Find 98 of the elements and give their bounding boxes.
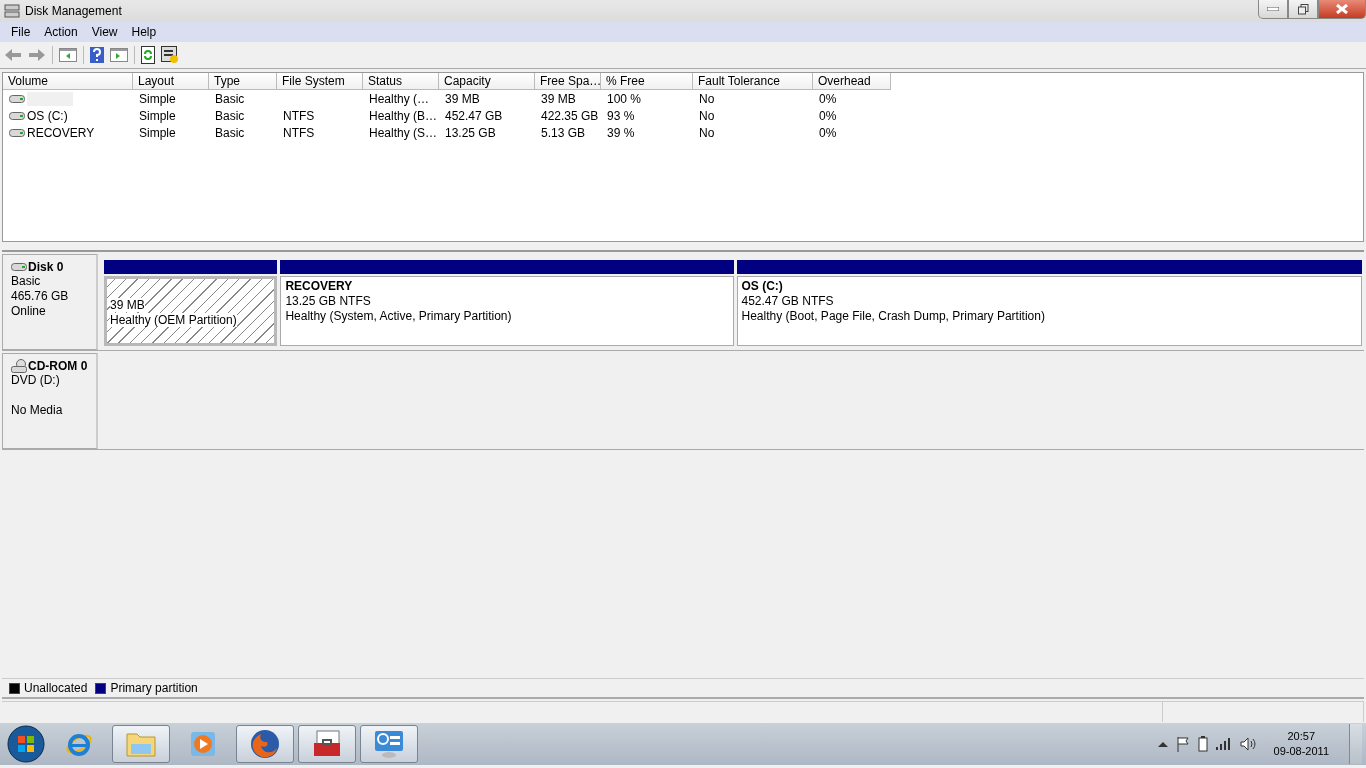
fox-globe-icon[interactable] bbox=[249, 728, 281, 760]
partition-block[interactable]: 39 MB Healthy (OEM Partition) bbox=[104, 276, 278, 346]
speaker-icon[interactable] bbox=[1239, 737, 1256, 751]
table-cell: Basic bbox=[215, 91, 245, 106]
taskbar-button[interactable] bbox=[236, 725, 294, 763]
table-cell: 452.47 GB bbox=[445, 108, 503, 123]
menu-item[interactable]: Help bbox=[124, 25, 164, 39]
disk-detail: 465.76 GB bbox=[11, 289, 69, 303]
taskbar-button[interactable] bbox=[112, 725, 170, 763]
taskbar-button[interactable] bbox=[298, 725, 356, 763]
table-cell: NTFS bbox=[283, 108, 315, 123]
column-header[interactable]: Capacity bbox=[439, 73, 535, 90]
partition-size: 13.25 GB NTFS bbox=[285, 294, 371, 308]
restore-icon bbox=[1297, 3, 1309, 15]
table-cell: Basic bbox=[215, 125, 245, 140]
partition-block[interactable]: RECOVERY 13.25 GB NTFS Healthy (System, Active, Primary Partition) bbox=[280, 276, 734, 346]
table-cell: Healthy (… bbox=[369, 91, 430, 106]
clock[interactable]: 20:57 09-08-2011 bbox=[1273, 729, 1329, 759]
signal-bars-icon[interactable] bbox=[1215, 738, 1232, 750]
taskbar-button[interactable] bbox=[360, 725, 418, 763]
close-icon bbox=[1336, 4, 1348, 14]
battery-icon[interactable] bbox=[1197, 736, 1208, 752]
start-orb-icon[interactable] bbox=[6, 724, 46, 764]
partition-status: Healthy (Boot, Page File, Crash Dump, Primary Partition) bbox=[741, 309, 1045, 323]
table-cell: Simple bbox=[139, 125, 176, 140]
window-title: Disk Management bbox=[25, 4, 123, 18]
drive-icon bbox=[9, 93, 25, 104]
close-button[interactable] bbox=[1318, 0, 1366, 19]
table-cell: Simple bbox=[139, 108, 176, 123]
drive-icon bbox=[9, 127, 25, 138]
column-header[interactable]: % Free bbox=[601, 73, 693, 90]
column-header[interactable]: Fault Tolerance bbox=[693, 73, 813, 90]
column-header[interactable]: Overhead bbox=[813, 73, 891, 90]
partition-name: OS (C:) bbox=[741, 279, 783, 293]
legend-label: Unallocated bbox=[24, 681, 88, 695]
disk-detail: No Media bbox=[11, 403, 63, 417]
partition-block[interactable]: OS (C:) 452.47 GB NTFS Healthy (Boot, Page File, Crash Dump, Primary Partition) bbox=[736, 276, 1362, 346]
action-pane-icon[interactable] bbox=[110, 48, 128, 62]
table-cell: 13.25 GB bbox=[445, 125, 496, 140]
table-cell: NTFS bbox=[283, 125, 315, 140]
refresh-icon[interactable] bbox=[141, 46, 155, 64]
disk-info-panel[interactable]: CD-ROM 0 DVD (D:) No Media bbox=[2, 353, 98, 449]
table-cell: Simple bbox=[139, 91, 176, 106]
properties-icon[interactable] bbox=[161, 46, 179, 64]
disk-drive-icon bbox=[11, 262, 27, 272]
toolbox-icon[interactable] bbox=[311, 729, 343, 759]
cd-drive-icon bbox=[11, 359, 27, 373]
column-header[interactable]: Status bbox=[363, 73, 439, 90]
flag-icon[interactable] bbox=[1175, 736, 1190, 752]
table-cell: 39 % bbox=[607, 125, 635, 140]
table-cell: Basic bbox=[215, 108, 245, 123]
table-cell: 422.35 GB bbox=[541, 108, 599, 123]
table-cell: 5.13 GB bbox=[541, 125, 586, 140]
disk-detail: Basic bbox=[11, 274, 41, 288]
disk-name: Disk 0 bbox=[28, 260, 64, 274]
table-cell: No bbox=[699, 91, 715, 106]
disk-detail: DVD (D:) bbox=[11, 373, 60, 387]
table-cell: 93 % bbox=[607, 108, 635, 123]
column-header[interactable]: Layout bbox=[133, 73, 209, 90]
column-header[interactable]: Free Spa… bbox=[535, 73, 601, 90]
volume-name: OS (C:) bbox=[27, 108, 68, 123]
help-icon[interactable] bbox=[90, 47, 104, 63]
restore-button[interactable] bbox=[1288, 0, 1318, 19]
show-hidden-icons-icon[interactable] bbox=[1157, 741, 1168, 747]
play-icon[interactable] bbox=[189, 730, 217, 758]
menu-item[interactable]: Action bbox=[37, 25, 85, 39]
minimize-icon bbox=[1267, 7, 1279, 11]
menu-item[interactable]: File bbox=[4, 25, 38, 39]
table-cell: No bbox=[699, 125, 715, 140]
table-cell: 39 MB bbox=[541, 91, 576, 106]
partition-status: Healthy (System, Active, Primary Partition) bbox=[285, 309, 512, 323]
legend-label: Primary partition bbox=[110, 681, 198, 695]
partition-name: RECOVERY bbox=[285, 279, 353, 293]
table-cell: Healthy (B… bbox=[369, 108, 438, 123]
column-header[interactable]: Volume bbox=[3, 73, 133, 90]
disk-management-icon bbox=[4, 3, 20, 19]
table-cell: 39 MB bbox=[445, 91, 480, 106]
hidden-volume-name bbox=[27, 91, 73, 106]
table-cell: 100 % bbox=[607, 91, 642, 106]
disk-name: CD-ROM 0 bbox=[28, 359, 88, 373]
table-cell: Healthy (S… bbox=[369, 125, 438, 140]
table-cell: 0% bbox=[819, 108, 837, 123]
disk-detail: Online bbox=[11, 304, 46, 318]
menu-item[interactable]: View bbox=[84, 25, 125, 39]
table-cell: 0% bbox=[819, 91, 837, 106]
partition-size: 452.47 GB NTFS bbox=[741, 294, 834, 308]
table-cell: No bbox=[699, 108, 715, 123]
volume-name: RECOVERY bbox=[27, 125, 95, 140]
console-tree-icon[interactable] bbox=[59, 48, 77, 62]
partition-size: 39 MB bbox=[110, 298, 145, 312]
control-panel-icon[interactable] bbox=[373, 729, 405, 759]
disk-info-panel[interactable]: Disk 0 Basic 465.76 GB Online bbox=[2, 254, 98, 350]
drive-icon bbox=[9, 110, 25, 121]
column-header[interactable]: Type bbox=[209, 73, 277, 90]
show-desktop-button[interactable] bbox=[1349, 724, 1362, 764]
partition-status: Healthy (OEM Partition) bbox=[110, 313, 237, 327]
column-header[interactable]: File System bbox=[277, 73, 363, 90]
table-cell: 0% bbox=[819, 125, 837, 140]
